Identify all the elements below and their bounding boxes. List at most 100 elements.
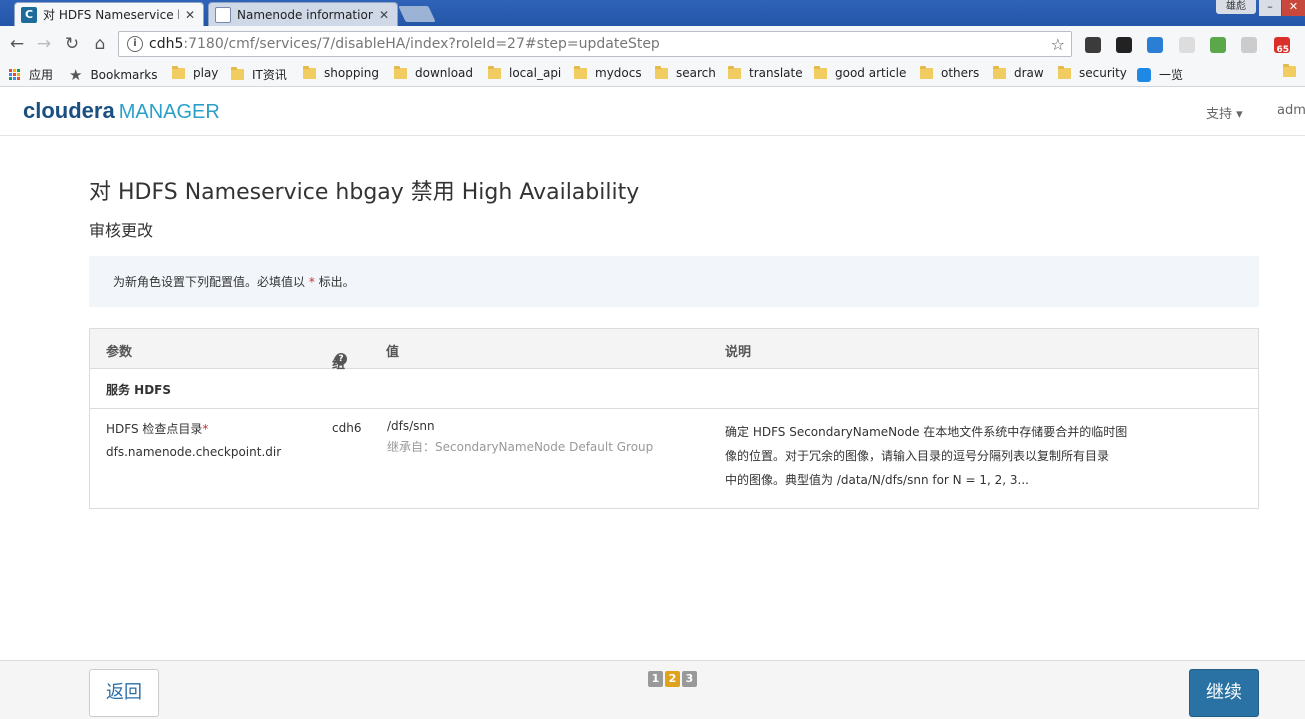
description-line: 确定 HDFS SecondaryNameNode 在本地文件系统中存储要合并的… [725, 425, 1128, 439]
folder-icon [1058, 65, 1071, 79]
param-key: dfs.namenode.checkpoint.dir [106, 445, 282, 459]
bookmark-draw[interactable]: draw [993, 65, 1044, 80]
tab-close-icon[interactable]: ✕ [185, 8, 195, 22]
bookmark-label: others [941, 66, 980, 80]
folder-icon [728, 65, 741, 79]
header-value: 值 [386, 345, 400, 360]
bookmark-shopping[interactable]: shopping [303, 65, 379, 80]
section-row: 服务 HDFS [90, 369, 1258, 409]
tab-namenode-information[interactable]: Namenode information ✕ [208, 2, 398, 26]
url-path: :7180/cmf/services/7/disableHA/index?rol… [183, 36, 660, 52]
bookmark-translate[interactable]: translate [728, 65, 803, 80]
folder-icon [488, 65, 501, 79]
config-value[interactable]: /dfs/snn [387, 419, 435, 433]
folder-icon [172, 65, 185, 79]
param-name: HDFS 检查点目录* [106, 420, 208, 437]
bookmark-yilan[interactable]: 一览 [1137, 66, 1183, 83]
help-icon[interactable]: ? [335, 353, 347, 365]
bookmark-it[interactable]: IT资讯 [231, 66, 287, 83]
evernote-extension-icon[interactable] [1085, 37, 1101, 53]
bookmark-security[interactable]: security [1058, 65, 1127, 80]
group-value: cdh6 [332, 421, 362, 435]
reload-icon[interactable]: ↻ [62, 34, 82, 54]
bookmark-apps[interactable]: 应用 [9, 66, 53, 83]
step-2: 2 [665, 671, 680, 687]
window-close-icon[interactable]: ✕ [1282, 0, 1305, 16]
bookmark-label: draw [1014, 66, 1044, 80]
bookmark-bookmarks[interactable]: ★ Bookmarks [69, 66, 158, 84]
page-subtitle: 审核更改 [89, 221, 154, 240]
folder-icon [303, 65, 316, 79]
extension-icon[interactable] [1116, 37, 1132, 53]
bookmark-label: good article [835, 66, 907, 80]
bookmark-label: mydocs [595, 66, 642, 80]
bookmark-label: Bookmarks [90, 68, 158, 82]
url-host: cdh5 [149, 36, 184, 52]
notice-text-end: 标出。 [314, 275, 355, 289]
header-description: 说明 [725, 345, 752, 360]
bookmark-label: local_api [509, 66, 562, 80]
bookmark-download[interactable]: download [394, 65, 474, 80]
folder-icon [574, 65, 587, 79]
param-label: HDFS 检查点目录 [106, 422, 203, 436]
inherited-from: 继承自：SecondaryNameNode Default Group [387, 440, 654, 454]
back-button[interactable]: 返回 [89, 669, 159, 717]
folder-icon [993, 65, 1006, 79]
site-info-icon[interactable]: i [127, 36, 143, 52]
address-bar[interactable]: i cdh5:7180/cmf/services/7/disableHA/ind… [118, 31, 1072, 57]
window-profile-name[interactable]: 雄彪 [1216, 0, 1256, 14]
table-row: HDFS 检查点目录* dfs.namenode.checkpoint.dir … [90, 409, 1258, 508]
bookmark-label: search [676, 66, 716, 80]
folder-icon [231, 67, 244, 80]
bookmark-star-icon[interactable]: ☆ [1051, 35, 1065, 54]
folder-icon [655, 65, 668, 79]
config-table: 参数 组? 值 说明 服务 HDFS HDFS 检查点目录* dfs.namen… [89, 328, 1259, 509]
badge-extension-icon[interactable]: 65 [1274, 37, 1290, 55]
cloudera-manager-logo[interactable]: cloudera MANAGER [23, 98, 220, 124]
user-menu[interactable]: adm [1277, 103, 1305, 118]
bookmark-mydocs[interactable]: mydocs [574, 65, 642, 80]
tab-title: Namenode information [237, 7, 373, 22]
bookmark-others[interactable]: others [920, 65, 980, 80]
folder-icon [920, 65, 933, 79]
cloudera-favicon-icon: C [21, 6, 37, 23]
bookmark-label: 一览 [1159, 68, 1184, 82]
minimize-icon[interactable]: – [1259, 0, 1281, 16]
bookmark-play[interactable]: play [172, 65, 219, 80]
wizard-footer [0, 660, 1305, 719]
back-arrow-icon[interactable]: ← [7, 34, 27, 54]
bookmark-local-api[interactable]: local_api [488, 65, 562, 80]
folder-icon [394, 65, 407, 79]
star-icon: ★ [69, 66, 83, 84]
page-title: 对 HDFS Nameservice hbgay 禁用 High Availab… [89, 180, 640, 205]
new-tab-button[interactable] [398, 6, 436, 22]
required-star: * [202, 422, 209, 436]
tab-disable-ha[interactable]: C 对 HDFS Nameservice h ✕ [14, 2, 204, 26]
folder-icon [1283, 64, 1296, 77]
table-header: 参数 组? 值 说明 [90, 329, 1258, 372]
continue-button[interactable]: 继续 [1189, 669, 1259, 717]
home-icon[interactable]: ⌂ [90, 34, 110, 54]
param-description: 确定 HDFS SecondaryNameNode 在本地文件系统中存储要合并的… [725, 420, 1127, 492]
extension-icon[interactable] [1210, 37, 1226, 53]
translate-extension-icon[interactable] [1147, 37, 1163, 53]
bookmark-search[interactable]: search [655, 65, 716, 80]
tab-title: 对 HDFS Nameservice h [43, 8, 179, 22]
description-line: 中的图像。典型值为 /data/N/dfs/snn for N = 1, 2, … [725, 473, 1029, 487]
bookmark-overflow[interactable] [1283, 64, 1304, 77]
header-param: 参数 [106, 345, 133, 360]
logo-cloudera: cloudera [23, 98, 115, 123]
support-menu[interactable]: 支持 ▾ [1206, 103, 1243, 122]
forward-arrow-icon[interactable]: → [34, 34, 54, 54]
bookmark-label: security [1079, 66, 1127, 80]
folder-icon [814, 65, 827, 79]
extension-icon[interactable] [1241, 37, 1257, 53]
bookmark-label: play [193, 66, 219, 80]
extension-icon[interactable] [1179, 37, 1195, 53]
bookmark-good-article[interactable]: good article [814, 65, 907, 80]
bookmark-label: download [415, 66, 474, 80]
logo-manager: MANAGER [118, 101, 220, 123]
page-favicon-icon [215, 6, 231, 23]
tab-close-icon[interactable]: ✕ [379, 8, 389, 22]
section-title: 服务 HDFS [106, 383, 172, 397]
